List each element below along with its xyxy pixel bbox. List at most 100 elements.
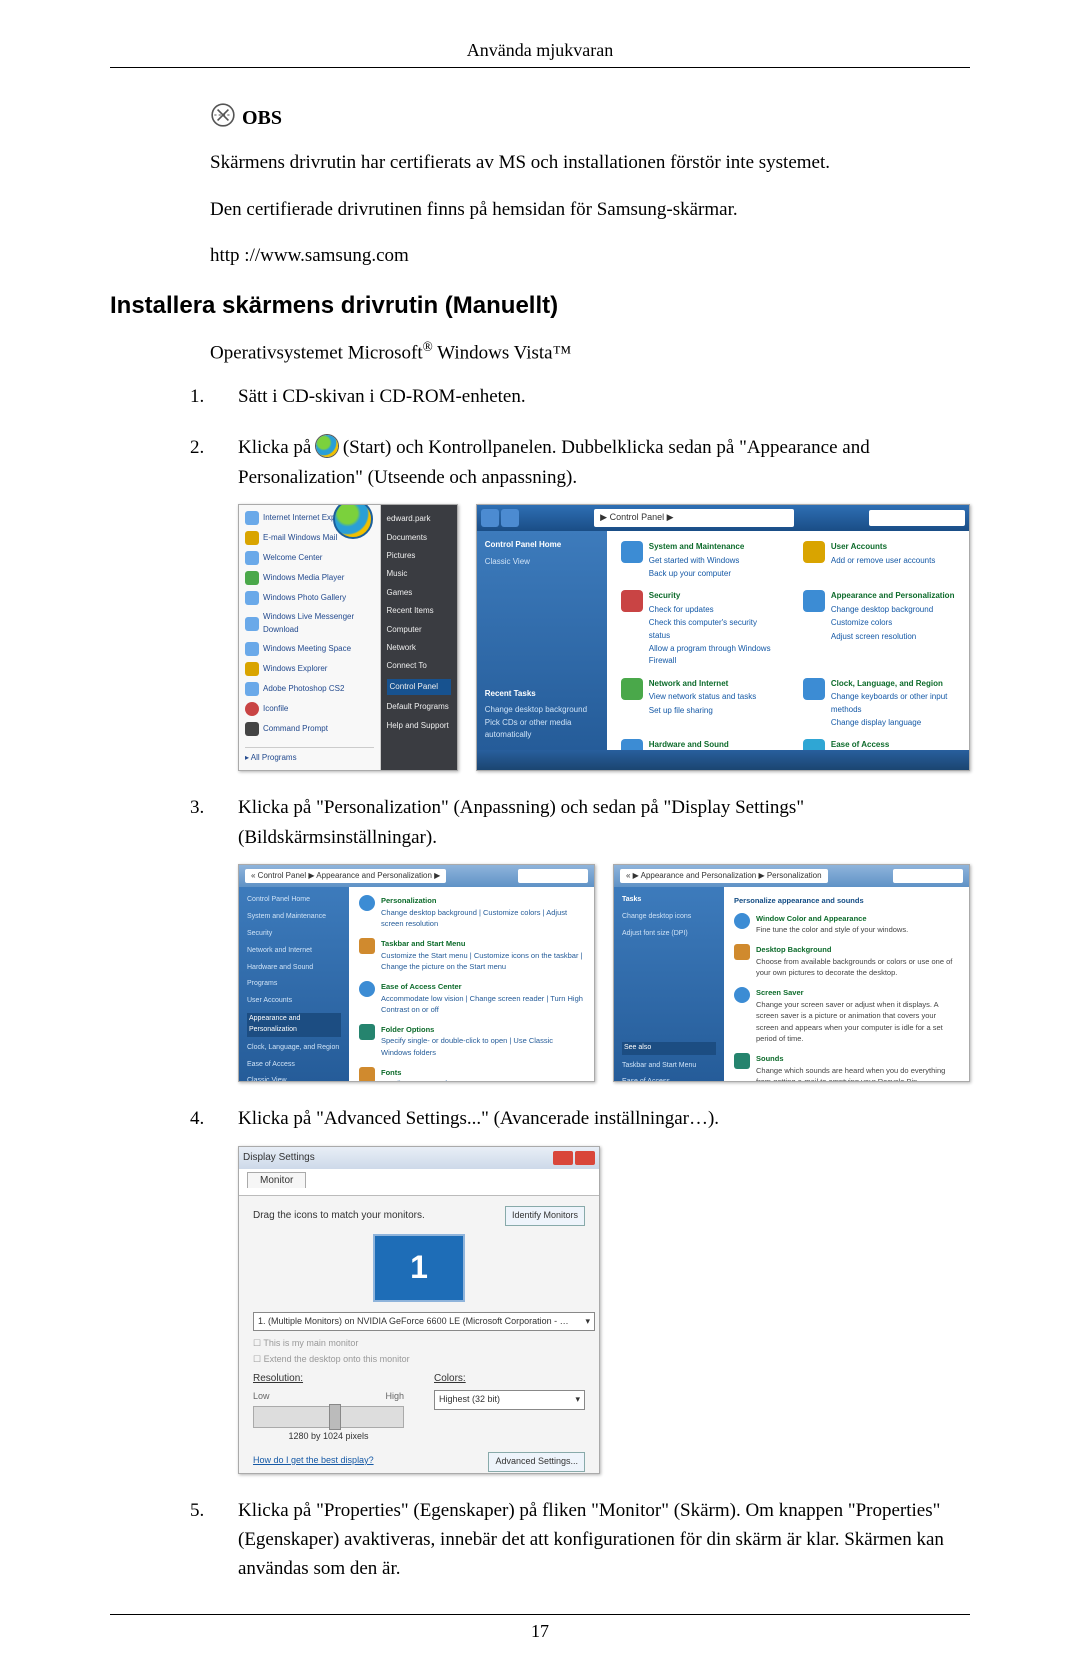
ap-side-item[interactable]: Security	[247, 929, 341, 940]
start-right-item[interactable]: Games	[387, 587, 451, 599]
start-right-item[interactable]: Network	[387, 642, 451, 654]
advanced-settings-button[interactable]: Advanced Settings...	[488, 1452, 585, 1472]
start-right-item[interactable]: Default Programs	[387, 701, 451, 713]
pz-item-title[interactable]: Screen Saver	[756, 987, 959, 999]
pz-item[interactable]: Desktop BackgroundChoose from available …	[734, 944, 959, 979]
cp-category[interactable]: System and Maintenance Get started with W…	[621, 541, 773, 580]
monitor-preview[interactable]: 1	[373, 1234, 465, 1302]
help-link[interactable]: How do I get the best display?	[253, 1454, 374, 1468]
category-link[interactable]: Adjust screen resolution	[831, 631, 955, 643]
ap-side-item[interactable]: Programs	[247, 979, 341, 990]
ap-item[interactable]: Taskbar and Start MenuCustomize the Star…	[359, 938, 584, 973]
category-link[interactable]: Check this computer's security status	[649, 617, 773, 642]
cp-category[interactable]: Network and InternetView network status …	[621, 678, 773, 730]
pz-item-title[interactable]: Sounds	[756, 1053, 959, 1065]
back-icon[interactable]	[481, 509, 499, 527]
pz-item[interactable]: Screen SaverChange your screen saver or …	[734, 987, 959, 1045]
category-link[interactable]: Change keyboards or other input methods	[831, 691, 955, 716]
ap-side-item[interactable]: Control Panel Home	[247, 895, 341, 906]
ap-side-item[interactable]: Classic View	[247, 1076, 341, 1082]
start-right-item[interactable]: edward.park	[387, 513, 451, 525]
cp-category[interactable]: Appearance and Personalization Change des…	[803, 590, 955, 667]
ds-tab-monitor[interactable]: Monitor	[247, 1172, 306, 1188]
category-title[interactable]: Appearance and Personalization	[831, 590, 955, 602]
cp-category[interactable]: User Accounts Add or remove user accounts	[803, 541, 955, 580]
cp-category[interactable]: Clock, Language, and RegionChange keyboa…	[803, 678, 955, 730]
pz-search-input[interactable]	[893, 869, 963, 883]
category-title[interactable]: Security	[649, 590, 773, 602]
category-link[interactable]: Set up file sharing	[649, 705, 756, 717]
ap-item[interactable]: Folder OptionsSpecify single- or double-…	[359, 1024, 584, 1059]
colors-dropdown[interactable]: Highest (32 bit)▾	[434, 1390, 585, 1410]
category-link[interactable]: Check for updates	[649, 604, 773, 616]
ap-breadcrumb[interactable]: « Control Panel ▶ Appearance and Persona…	[245, 869, 446, 883]
cp-recent-item[interactable]: Change desktop background	[485, 704, 599, 716]
start-right-item[interactable]: Recent Items	[387, 605, 451, 617]
pz-item[interactable]: Window Color and AppearanceFine tune the…	[734, 913, 959, 936]
start-menu-item[interactable]: Windows Live Messenger Download	[245, 611, 374, 636]
pz-task-1[interactable]: Change desktop icons	[622, 912, 716, 923]
ap-item-title[interactable]: Ease of Access Center	[381, 981, 584, 993]
ap-item[interactable]: PersonalizationChange desktop background…	[359, 895, 584, 930]
start-menu-item[interactable]: Command Prompt	[245, 722, 374, 736]
pz-ease-link[interactable]: Ease of Access	[622, 1077, 716, 1082]
pz-item-title[interactable]: Desktop Background	[756, 944, 959, 956]
start-right-item[interactable]: Computer	[387, 624, 451, 636]
ap-item[interactable]: Ease of Access CenterAccommodate low vis…	[359, 981, 584, 1016]
ap-item[interactable]: FontsInstall or remove a font	[359, 1067, 584, 1083]
ap-side-item[interactable]: System and Maintenance	[247, 912, 341, 923]
close-icon[interactable]	[575, 1151, 595, 1165]
ap-side-item[interactable]: Network and Internet	[247, 946, 341, 957]
pz-task-2[interactable]: Adjust font size (DPI)	[622, 929, 716, 940]
minimize-icon[interactable]	[553, 1151, 573, 1165]
category-link[interactable]: Get started with Windows	[649, 555, 745, 567]
category-link[interactable]: Change desktop background	[831, 604, 955, 616]
category-title[interactable]: Clock, Language, and Region	[831, 678, 955, 690]
start-right-item[interactable]: Control Panel	[387, 679, 451, 695]
ap-side-item[interactable]: Clock, Language, and Region	[247, 1043, 341, 1054]
start-menu-item[interactable]: Iconfile	[245, 702, 374, 716]
pz-breadcrumb[interactable]: « ▶ Appearance and Personalization ▶ Per…	[620, 869, 828, 883]
pz-item-title[interactable]: Window Color and Appearance	[756, 913, 908, 925]
ap-item-title[interactable]: Taskbar and Start Menu	[381, 938, 584, 950]
pz-taskbar-link[interactable]: Taskbar and Start Menu	[622, 1061, 716, 1072]
category-link[interactable]: Back up your computer	[649, 568, 745, 580]
forward-icon[interactable]	[501, 509, 519, 527]
ap-search-input[interactable]	[518, 869, 588, 883]
start-menu-item[interactable]: Adobe Photoshop CS2	[245, 682, 374, 696]
resolution-slider[interactable]	[253, 1406, 404, 1428]
category-title[interactable]: User Accounts	[831, 541, 936, 553]
ap-side-item[interactable]: User Accounts	[247, 996, 341, 1007]
cp-classic-view-link[interactable]: Classic View	[485, 556, 599, 568]
category-title[interactable]: Network and Internet	[649, 678, 756, 690]
cp-recent-item[interactable]: Pick CDs or other media automatically	[485, 717, 599, 742]
identify-monitors-button[interactable]: Identify Monitors	[505, 1206, 585, 1226]
category-title[interactable]: System and Maintenance	[649, 541, 745, 553]
start-menu-item[interactable]: Windows Explorer	[245, 662, 374, 676]
category-link[interactable]: Allow a program through Windows Firewall	[649, 643, 773, 668]
pz-item[interactable]: SoundsChange which sounds are heard when…	[734, 1053, 959, 1082]
start-menu-item[interactable]: Welcome Center	[245, 551, 374, 565]
ap-side-item[interactable]: Ease of Access	[247, 1060, 341, 1071]
start-menu-item[interactable]: Windows Meeting Space	[245, 642, 374, 656]
start-right-item[interactable]: Music	[387, 568, 451, 580]
start-right-item[interactable]: Pictures	[387, 550, 451, 562]
cp-category[interactable]: Security Check for updatesCheck this comp…	[621, 590, 773, 667]
category-link[interactable]: Change display language	[831, 717, 955, 729]
ap-item-title[interactable]: Fonts	[381, 1067, 457, 1079]
category-link[interactable]: View network status and tasks	[649, 691, 756, 703]
ap-item-title[interactable]: Folder Options	[381, 1024, 584, 1036]
all-programs[interactable]: ▸ All Programs	[245, 747, 374, 764]
monitor-dropdown[interactable]: 1. (Multiple Monitors) on NVIDIA GeForce…	[253, 1312, 595, 1332]
cp-breadcrumb[interactable]: ▶ Control Panel ▶	[594, 509, 793, 527]
start-right-item[interactable]: Connect To	[387, 660, 451, 672]
category-link[interactable]: Customize colors	[831, 617, 955, 629]
category-link[interactable]: Add or remove user accounts	[831, 555, 936, 567]
start-right-item[interactable]: Help and Support	[387, 720, 451, 732]
start-menu-item[interactable]: Windows Photo Gallery	[245, 591, 374, 605]
ap-side-item[interactable]: Hardware and Sound	[247, 963, 341, 974]
ap-side-item[interactable]: Appearance and Personalization	[247, 1013, 341, 1037]
start-right-item[interactable]: Documents	[387, 532, 451, 544]
start-menu-item[interactable]: Windows Media Player	[245, 571, 374, 585]
ap-item-title[interactable]: Personalization	[381, 895, 584, 907]
